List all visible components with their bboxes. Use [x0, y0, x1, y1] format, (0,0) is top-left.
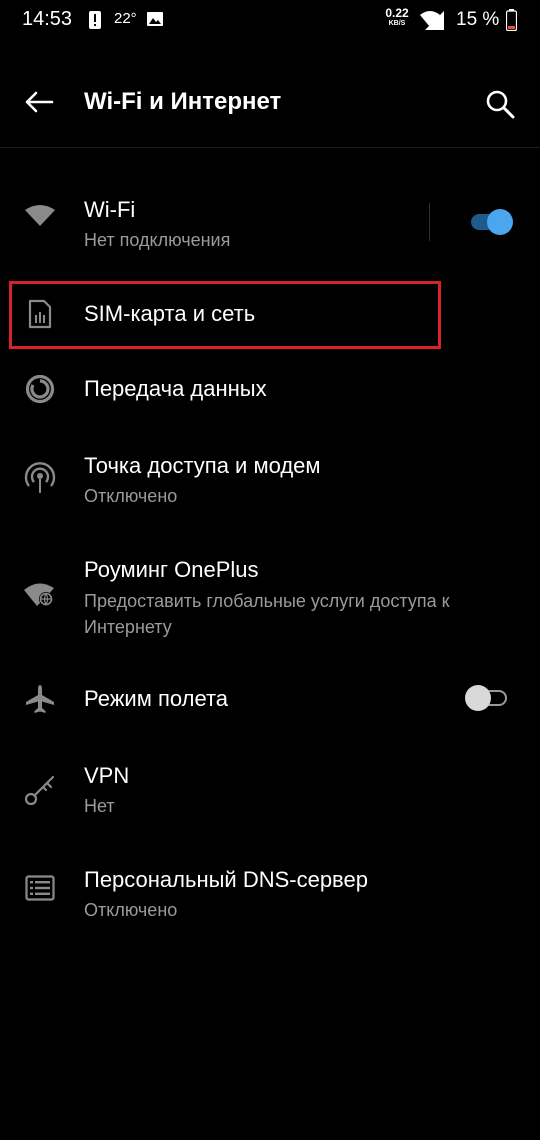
battery-icon: [505, 9, 518, 32]
search-button[interactable]: [478, 82, 522, 126]
setting-title: Передача данных: [84, 376, 267, 401]
page-title: Wi-Fi и Интернет: [84, 88, 282, 115]
network-speed-unit: KB/S: [388, 20, 406, 27]
status-bar: 14:53 22° 0.22 KB/S H+ 15 %: [0, 0, 540, 40]
setting-title: Режим полета: [84, 686, 229, 711]
setting-oneplus-roaming[interactable]: Роуминг OnePlus Предоставить глобальные …: [0, 548, 540, 640]
highlight-box: [9, 281, 441, 349]
setting-private-dns[interactable]: Персональный DNS-сервер Отключено: [0, 858, 540, 928]
vpn-key-icon: [20, 770, 60, 810]
setting-title: Точка доступа и модем: [84, 453, 321, 478]
setting-title: VPN: [84, 763, 130, 788]
svg-text:H+: H+: [428, 12, 439, 20]
app-bar: Wi-Fi и Интернет: [0, 62, 540, 142]
setting-subtitle: Предоставить глобальные услуги доступа к…: [84, 591, 450, 637]
setting-vpn[interactable]: VPN Нет: [0, 754, 540, 824]
app-bar-divider: [0, 147, 540, 148]
battery-percentage: 15 %: [456, 9, 500, 30]
hotspot-icon: [20, 458, 60, 498]
setting-data-usage[interactable]: Передача данных: [0, 358, 540, 420]
signal-icon: H+: [424, 9, 446, 31]
vertical-divider: [429, 203, 430, 241]
network-speed-value: 0.22: [385, 6, 409, 20]
dns-icon: [20, 868, 60, 908]
data-usage-icon: [20, 369, 60, 409]
setting-title: Персональный DNS-сервер: [84, 867, 368, 892]
setting-subtitle: Отключено: [84, 900, 178, 920]
wifi-icon: [20, 196, 60, 236]
screen: 14:53 22° 0.22 KB/S H+ 15 % Wi-Fi и Инте…: [0, 0, 540, 1140]
status-temperature: 22°: [114, 10, 137, 27]
roaming-icon: [20, 574, 60, 614]
search-icon: [486, 90, 515, 119]
setting-hotspot[interactable]: Точка доступа и модем Отключено: [0, 444, 540, 514]
setting-wifi[interactable]: Wi-Fi Нет подключения: [0, 188, 540, 258]
setting-title: Wi-Fi: [84, 197, 136, 222]
toggle-thumb: [465, 685, 491, 711]
toggle-thumb: [487, 209, 513, 235]
setting-title: Роуминг OnePlus: [84, 557, 259, 582]
arrow-left-icon: [25, 91, 54, 113]
wifi-toggle[interactable]: [467, 209, 513, 235]
airplane-icon: [20, 679, 60, 719]
back-button[interactable]: [18, 82, 60, 122]
alert-icon: [89, 11, 101, 29]
airplane-mode-toggle[interactable]: [465, 685, 511, 711]
setting-airplane-mode[interactable]: Режим полета: [0, 668, 540, 730]
network-speed: 0.22 KB/S: [382, 7, 412, 27]
setting-subtitle: Отключено: [84, 486, 178, 506]
status-time: 14:53: [22, 8, 73, 30]
image-icon: [147, 12, 163, 26]
setting-subtitle: Нет: [84, 796, 115, 816]
setting-subtitle: Нет подключения: [84, 230, 231, 250]
